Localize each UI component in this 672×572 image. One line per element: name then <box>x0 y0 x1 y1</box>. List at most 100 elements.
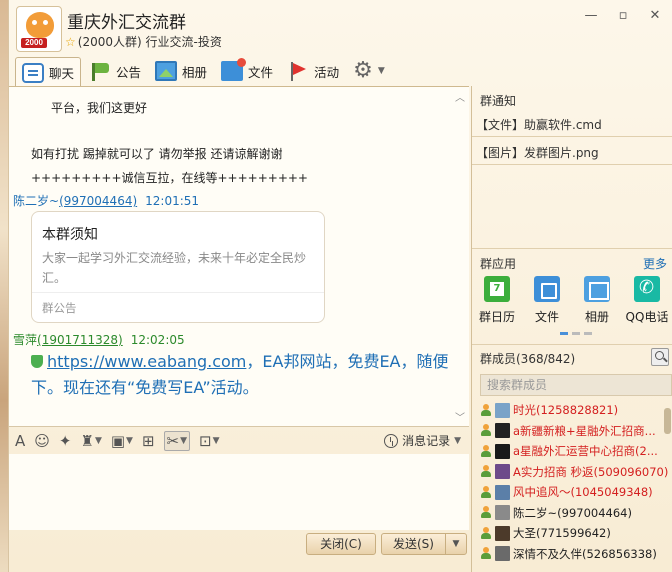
right-panel: 群通知 【文件】助赢软件.cmd 【图片】发群图片.png 群应用 更多 群日历… <box>471 86 672 572</box>
member-name: 深情不及久伴(526856338) <box>513 546 657 561</box>
input-toolbar: A ☺ ✦ ♜ ▼ ▣ ▼ ⊞ ✂ ▼ ⊡ ▼ 消息记录 ▼ <box>9 426 469 454</box>
scissors-icon[interactable]: ✂ ▼ <box>163 430 191 451</box>
star-icon: ☆ <box>65 34 76 49</box>
message-input[interactable] <box>9 454 469 530</box>
window-controls: — ▫ ✕ <box>583 8 663 24</box>
member-search-input[interactable]: 搜索群成员 <box>480 374 672 396</box>
list-item[interactable]: 深情不及久伴(526856338) <box>472 544 668 565</box>
sender-name[interactable]: 陈二岁~ <box>13 194 59 208</box>
chat-history[interactable]: ︿ 平台，我们这更好 如有打扰 踢掉就可以了 请勿举报 还请谅解谢谢 +++++… <box>9 86 469 426</box>
settings-menu[interactable]: ⚙ ▼ <box>347 57 391 85</box>
list-item[interactable]: a星融外汇运营中心招商(2... <box>472 441 668 462</box>
member-name: 陈二岁~(997004464) <box>513 505 632 520</box>
app-album[interactable]: 相册 <box>572 276 622 325</box>
user-icon <box>480 424 492 437</box>
history-label: 消息记录 <box>402 434 451 448</box>
tab-activity-label: 活动 <box>314 64 340 80</box>
member-name: 大圣(771599642) <box>513 526 611 541</box>
window-header: 2000 重庆外汇交流群 ☆ (2000人群) 行业交流-投资 — ▫ ✕ <box>9 0 672 56</box>
folder-icon <box>221 58 247 81</box>
clock-icon <box>384 433 399 448</box>
tab-notice[interactable]: 公告 <box>83 57 147 85</box>
more-link[interactable]: 更多 <box>643 255 667 272</box>
avatar <box>495 443 510 459</box>
close-button[interactable]: 关闭(C) <box>306 533 376 555</box>
list-item[interactable]: a新疆新粮+星融外汇招商... <box>472 421 668 442</box>
notice-item[interactable]: 【图片】发群图片.png <box>476 144 599 161</box>
list-item[interactable]: 陈二岁~(997004464) <box>472 503 668 524</box>
app-label: 相册 <box>584 310 609 324</box>
screen-icon[interactable]: ⊡ ▼ <box>199 432 220 450</box>
scroll-up-icon[interactable]: ︿ <box>455 89 465 104</box>
flag-notice-icon <box>89 61 111 81</box>
avatar <box>495 402 510 418</box>
chat-text: 平台，我们这更好 <box>51 101 148 115</box>
group-notice-card[interactable]: 本群须知 大家一起学习外汇交流经验，未来十年必定全民炒汇。 群公告 <box>31 211 325 323</box>
present-icon[interactable]: ⊞ <box>142 432 155 450</box>
avatar-badge: 2000 <box>21 38 47 48</box>
list-item[interactable]: 时光(1258828821) <box>472 400 668 421</box>
user-icon <box>480 444 492 458</box>
file-icon <box>534 276 560 302</box>
app-grid: 群日历 文件 相册 QQ电话 <box>472 276 672 325</box>
search-icon[interactable] <box>651 348 669 366</box>
group-avatar[interactable]: 2000 <box>16 6 62 52</box>
tab-chat[interactable]: 聊天 <box>15 57 82 87</box>
member-name: a新疆新粮+星融外汇招商... <box>513 423 656 438</box>
avatar <box>495 423 510 439</box>
tab-notice-label: 公告 <box>116 64 142 80</box>
members-heading: 群成员(368/842) <box>480 352 576 366</box>
user-icon <box>480 547 492 560</box>
notice-heading: 群通知 <box>480 94 517 108</box>
tab-files[interactable]: 文件 <box>215 57 279 85</box>
divider <box>472 248 672 249</box>
tab-album-label: 相册 <box>182 64 208 80</box>
app-label: 文件 <box>534 310 559 324</box>
send-label[interactable]: 发送(S) <box>382 534 446 554</box>
notice-item[interactable]: 【文件】助赢软件.cmd <box>476 116 602 133</box>
tab-album[interactable]: 相册 <box>149 57 213 85</box>
user-icon <box>480 465 492 478</box>
user-icon <box>480 403 492 417</box>
card-body: 大家一起学习外汇交流经验，未来十年必定全民炒汇。 <box>42 251 307 285</box>
magic-icon[interactable]: ✦ <box>59 432 72 450</box>
close-icon[interactable]: ✕ <box>647 8 663 24</box>
chevron-down-icon: ▼ <box>377 66 385 76</box>
avatar <box>495 505 510 521</box>
message-history-button[interactable]: 消息记录 ▼ <box>384 432 461 449</box>
sender-qq-link[interactable]: (997004464) <box>59 194 137 208</box>
sender-name[interactable]: 雪萍 <box>13 333 37 347</box>
chevron-down-icon[interactable]: ▼ <box>446 534 466 554</box>
chat-text: +++++++++诚信互拉，在线等+++++++++ <box>31 171 308 185</box>
apps-heading: 群应用 <box>480 257 517 271</box>
sender-qq-link[interactable]: (1901711328) <box>37 333 123 347</box>
message-sender: 雪萍(1901711328) 12:02:05 <box>13 331 185 348</box>
chat-text: 如有打扰 踢掉就可以了 请勿举报 还请谅解谢谢 <box>31 147 283 161</box>
user-icon <box>480 485 492 499</box>
minimize-icon[interactable]: — <box>583 8 599 24</box>
phone-icon <box>634 276 660 302</box>
page-dots[interactable] <box>560 332 592 335</box>
chat-icon <box>22 62 44 83</box>
list-item[interactable]: A实力招商 秒返(509096070) <box>472 462 668 483</box>
card-title: 本群须知 <box>42 227 98 243</box>
font-icon[interactable]: A <box>15 432 25 450</box>
member-scrollbar[interactable] <box>664 408 671 434</box>
list-item[interactable]: 风中追风～(1045049348) <box>472 482 668 503</box>
divider <box>472 136 672 137</box>
app-qq-call[interactable]: QQ电话 <box>622 276 672 325</box>
image-icon[interactable]: ▣ ▼ <box>111 432 133 450</box>
app-calendar[interactable]: 群日历 <box>472 276 522 325</box>
url-link[interactable]: https://www.eabang.com <box>47 352 246 371</box>
app-files[interactable]: 文件 <box>522 276 572 325</box>
restore-icon[interactable]: ▫ <box>615 8 631 24</box>
emoji-icon[interactable]: ☺ <box>34 432 50 450</box>
gift-box-icon[interactable]: ♜ ▼ <box>80 432 101 450</box>
send-button[interactable]: 发送(S) ▼ <box>381 533 467 555</box>
avatar <box>495 546 510 562</box>
scroll-down-icon[interactable]: ﹀ <box>455 409 465 424</box>
tab-chat-label: 聊天 <box>49 66 75 81</box>
message-time: 12:02:05 <box>130 333 185 347</box>
list-item[interactable]: 大圣(771599642) <box>472 523 668 544</box>
tab-activity[interactable]: 活动 <box>281 57 345 85</box>
